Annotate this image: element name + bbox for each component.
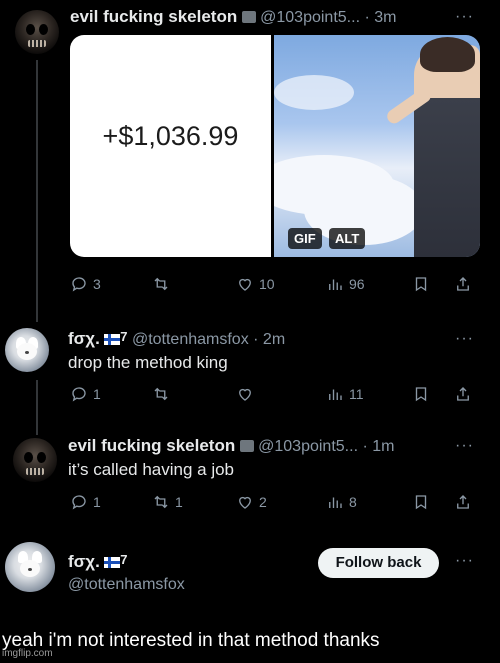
tweet-header: evil fucking skeleton @103point5... · 1m — [68, 436, 394, 456]
avatar[interactable] — [5, 542, 55, 592]
anime-character — [414, 45, 480, 257]
reply-count: 1 — [93, 386, 101, 402]
thread-line — [36, 380, 38, 435]
handle[interactable]: @103point5... — [258, 438, 358, 455]
views-count: 8 — [349, 494, 357, 510]
views-count: 11 — [349, 386, 364, 402]
display-name[interactable]: evil fucking skeleton — [68, 436, 235, 455]
more-options-icon[interactable]: ··· — [455, 8, 474, 26]
timestamp[interactable]: · 3m — [364, 9, 396, 26]
finland-flag-icon — [104, 334, 121, 345]
share-icon — [457, 495, 469, 509]
reply-icon — [72, 495, 86, 510]
tweet-header: fσχ. 7 @tottenhamsfox · 2m — [68, 329, 285, 349]
reply-icon — [72, 387, 86, 402]
handle[interactable]: @103point5... — [260, 9, 360, 26]
reply-count: 1 — [93, 494, 101, 510]
reply-count: 3 — [93, 276, 101, 292]
caption-text: yeah i'm not interested in that method t… — [2, 630, 380, 651]
tweet-actions: 1 11 — [70, 385, 480, 407]
share-button[interactable] — [454, 275, 472, 293]
like-button[interactable] — [236, 385, 259, 403]
handle[interactable]: @tottenhamsfox — [68, 576, 185, 594]
tweet-text: drop the method king — [68, 353, 228, 372]
like-count: 10 — [259, 276, 275, 292]
like-icon — [239, 278, 251, 291]
watermark: imgflip.com — [2, 648, 53, 659]
share-button[interactable] — [454, 493, 472, 511]
like-count: 2 — [259, 494, 267, 510]
bookmark-button[interactable] — [412, 385, 430, 403]
display-name[interactable]: evil fucking skeleton — [70, 7, 237, 26]
share-button[interactable] — [454, 385, 472, 403]
avatar[interactable] — [15, 10, 59, 54]
flag-suffix: 7 — [120, 329, 128, 344]
timestamp[interactable]: · 1m — [362, 438, 394, 455]
retweet-button[interactable]: 1 — [152, 493, 183, 511]
reply-button[interactable]: 3 — [70, 275, 101, 293]
finland-flag-icon — [104, 557, 121, 568]
reply-icon — [72, 277, 86, 292]
retweet-icon — [154, 495, 168, 509]
balance-amount: +$1,036.99 — [102, 121, 239, 151]
like-button[interactable]: 10 — [236, 275, 275, 293]
retweet-icon — [154, 387, 168, 401]
tweet-actions: 1 1 2 8 — [70, 493, 480, 515]
views-icon — [329, 389, 342, 400]
thread-line — [36, 60, 38, 322]
bookmark-button[interactable] — [412, 493, 430, 511]
profile-name-row: fσχ. 7 — [68, 552, 128, 572]
views-count: 96 — [349, 276, 365, 292]
views-icon — [329, 497, 342, 508]
verified-badge-icon — [239, 440, 254, 452]
like-button[interactable]: 2 — [236, 493, 267, 511]
views-button[interactable]: 11 — [326, 385, 364, 403]
views-button[interactable]: 8 — [326, 493, 357, 511]
views-icon — [329, 279, 342, 290]
share-icon — [457, 387, 469, 401]
bookmark-icon — [415, 387, 427, 402]
tweet-header: evil fucking skeleton @103point5... · 3m — [70, 7, 396, 27]
media-gif[interactable]: GIF ALT — [274, 35, 480, 257]
verified-badge-icon — [241, 11, 256, 23]
more-options-icon[interactable]: ··· — [455, 552, 474, 570]
display-name[interactable]: fσχ. — [68, 329, 100, 348]
more-options-icon[interactable]: ··· — [455, 330, 474, 348]
like-icon — [239, 496, 251, 509]
gif-badge: GIF — [288, 228, 322, 249]
tweet-actions: 3 10 96 — [70, 275, 480, 297]
timestamp[interactable]: · 2m — [253, 331, 285, 348]
more-options-icon[interactable]: ··· — [455, 437, 474, 455]
retweet-button[interactable] — [152, 275, 175, 293]
flag-suffix: 7 — [120, 552, 128, 567]
bookmark-icon — [415, 495, 427, 510]
share-icon — [457, 277, 469, 291]
display-name[interactable]: fσχ. — [68, 552, 100, 571]
bookmark-button[interactable] — [412, 275, 430, 293]
bookmark-icon — [415, 277, 427, 292]
reply-button[interactable]: 1 — [70, 385, 101, 403]
media-image-balance[interactable]: +$1,036.99 — [70, 35, 271, 257]
retweet-button[interactable] — [152, 385, 175, 403]
reply-button[interactable]: 1 — [70, 493, 101, 511]
follow-back-button[interactable]: Follow back — [318, 548, 439, 578]
retweet-icon — [154, 277, 168, 291]
avatar[interactable] — [13, 438, 57, 482]
avatar[interactable] — [5, 328, 49, 372]
tweet-text: it’s called having a job — [68, 460, 235, 479]
like-icon — [239, 388, 251, 401]
alt-badge[interactable]: ALT — [329, 228, 366, 249]
retweet-count: 1 — [175, 494, 183, 510]
views-button[interactable]: 96 — [326, 275, 365, 293]
handle[interactable]: @tottenhamsfox — [132, 331, 249, 348]
